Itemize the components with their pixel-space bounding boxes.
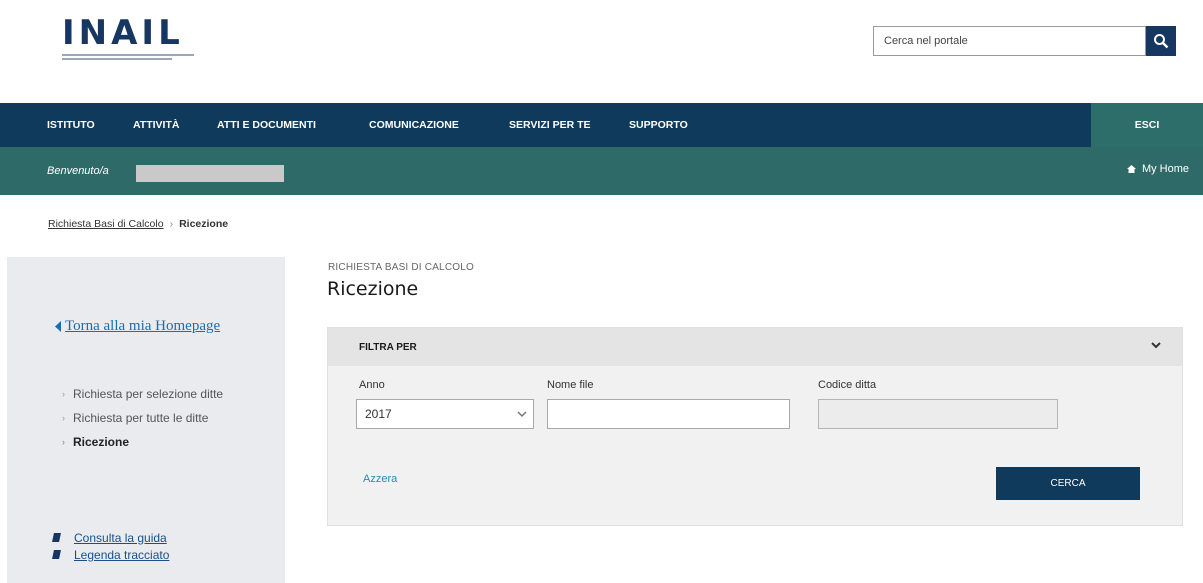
search-button[interactable]	[1146, 26, 1176, 56]
logo-text: INAIL	[62, 13, 184, 53]
legend-link[interactable]: Legenda tracciato	[74, 548, 169, 562]
home-icon	[1126, 165, 1136, 173]
nav-item-supporto[interactable]: SUPPORTO	[629, 103, 688, 147]
guide-link[interactable]: Consulta la guida	[74, 531, 167, 545]
breadcrumb-separator: ›	[169, 218, 174, 230]
search-input[interactable]: Cerca nel portale	[873, 26, 1146, 56]
codice-ditta-input[interactable]	[818, 399, 1058, 429]
breadcrumb-parent[interactable]: Richiesta Basi di Calcolo	[48, 218, 164, 230]
nav-item-attivita[interactable]: ATTIVITÀ	[133, 103, 179, 147]
codice-ditta-label: Codice ditta	[818, 379, 877, 391]
sidebar-link-legenda[interactable]: Legenda tracciato	[52, 546, 169, 563]
anno-label: Anno	[359, 379, 385, 391]
anno-select[interactable]: 2017	[356, 399, 534, 429]
chevron-down-icon[interactable]	[1150, 339, 1162, 351]
welcome-label: Benvenuto/a	[47, 165, 109, 177]
chevron-down-icon	[517, 411, 527, 418]
sidebar-item-label: Richiesta per selezione ditte	[73, 387, 224, 401]
sidebar-item-label: Ricezione	[73, 435, 130, 449]
back-to-homepage-link[interactable]: Torna alla mia Homepage	[55, 318, 220, 335]
sidebar: Torna alla mia Homepage › Richiesta per …	[7, 257, 285, 583]
nav-item-istituto[interactable]: ISTITUTO	[47, 103, 95, 147]
welcome-bar: Benvenuto/a My Home	[0, 147, 1203, 195]
chevron-right-icon: ›	[62, 413, 65, 423]
nome-file-label: Nome file	[547, 379, 594, 391]
chevron-right-icon: ›	[62, 389, 65, 399]
chevron-left-icon	[55, 321, 61, 332]
my-home-label: My Home	[1141, 163, 1189, 175]
main-navigation: ISTITUTO ATTIVITÀ ATTI E DOCUMENTI COMUN…	[0, 103, 1203, 147]
logo-tagline	[62, 54, 194, 64]
nav-item-atti-e-documenti[interactable]: ATTI E DOCUMENTI	[217, 103, 316, 147]
reset-link[interactable]: Azzera	[363, 473, 397, 485]
user-name-redacted	[136, 165, 284, 182]
inail-logo[interactable]: INAIL	[62, 16, 194, 64]
search-submit-button[interactable]: CERCA	[996, 467, 1140, 500]
section-label: RICHIESTA BASI DI CALCOLO	[328, 262, 474, 273]
sidebar-links: Consulta la guida Legenda tracciato	[52, 529, 169, 563]
chevron-right-icon: ›	[62, 437, 65, 447]
sidebar-menu: › Richiesta per selezione ditte › Richie…	[62, 382, 223, 454]
filter-panel: FILTRA PER Anno 2017 Nome file Codice di…	[327, 327, 1183, 526]
book-icon	[52, 550, 61, 559]
sidebar-item-label: Richiesta per tutte le ditte	[73, 411, 209, 425]
nav-item-comunicazione[interactable]: COMUNICAZIONE	[369, 103, 459, 147]
breadcrumb: Richiesta Basi di Calcolo › Ricezione	[48, 218, 228, 230]
logout-button[interactable]: ESCI	[1091, 103, 1203, 147]
page-title: Ricezione	[327, 278, 419, 300]
anno-select-value: 2017	[365, 407, 392, 421]
my-home-link[interactable]: My Home	[1126, 163, 1189, 175]
nav-item-servizi-per-te[interactable]: SERVIZI PER TE	[509, 103, 591, 147]
filter-panel-header[interactable]: FILTRA PER	[328, 328, 1182, 366]
book-icon	[52, 533, 61, 542]
sidebar-item-richiesta-tutte-ditte[interactable]: › Richiesta per tutte le ditte	[62, 406, 223, 430]
nome-file-input[interactable]	[547, 399, 790, 429]
sidebar-item-ricezione[interactable]: › Ricezione	[62, 430, 223, 454]
back-link-label: Torna alla mia Homepage	[65, 318, 221, 334]
sidebar-link-guida[interactable]: Consulta la guida	[52, 529, 169, 546]
sidebar-item-richiesta-selezione-ditte[interactable]: › Richiesta per selezione ditte	[62, 382, 223, 406]
filter-title: FILTRA PER	[359, 342, 417, 353]
breadcrumb-current: Ricezione	[179, 218, 229, 230]
search-icon	[1154, 34, 1169, 49]
